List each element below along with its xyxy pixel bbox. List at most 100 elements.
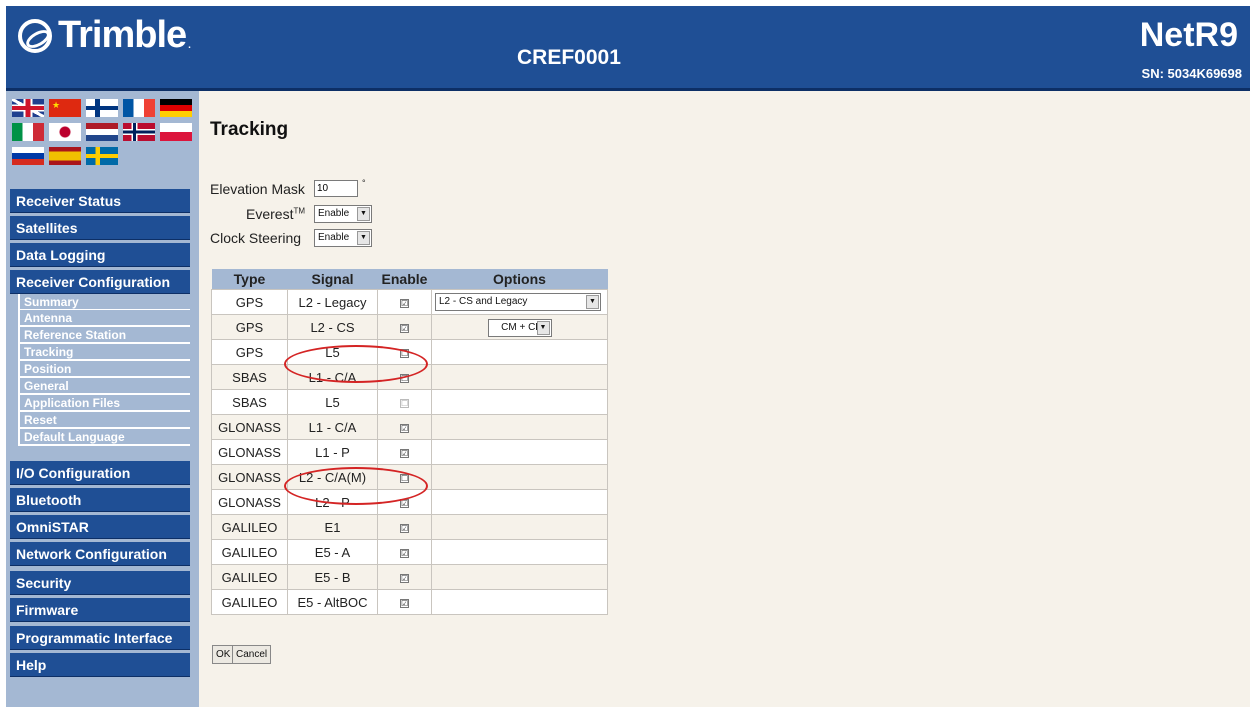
nav-firmware[interactable]: Firmware	[10, 598, 190, 622]
dropdown-arrow-icon: ▼	[536, 320, 550, 335]
signal-cell: E5 - AltBOC	[287, 589, 378, 615]
options-cell	[431, 439, 608, 465]
enable-checkbox[interactable]: ☐	[400, 398, 409, 408]
type-cell: GLONASS	[211, 489, 288, 515]
type-cell: GLONASS	[211, 464, 288, 490]
options-cell	[431, 539, 608, 565]
russia-flag-icon[interactable]	[12, 147, 44, 165]
enable-checkbox[interactable]: ☑	[400, 523, 409, 533]
signal-cell: L1 - C/A	[287, 414, 378, 440]
signal-cell: L1 - P	[287, 439, 378, 465]
column-header-signal: Signal	[287, 269, 378, 290]
options-cell	[431, 414, 608, 440]
everest-select[interactable]: Enable ▼	[314, 205, 372, 223]
finland-flag-icon[interactable]	[86, 99, 118, 117]
france-flag-icon[interactable]	[123, 99, 155, 117]
nav-security[interactable]: Security	[10, 571, 190, 595]
table-row: GPS L2 - CS ☑ CM + CL ▼	[211, 314, 608, 340]
nav-satellites[interactable]: Satellites	[10, 216, 190, 240]
subnav-reference-station[interactable]: Reference Station	[18, 327, 190, 344]
subnav-application-files[interactable]: Application Files	[18, 395, 190, 412]
subnav-reset[interactable]: Reset	[18, 412, 190, 429]
type-cell: GALILEO	[211, 589, 288, 615]
nav-programmatic-interface[interactable]: Programmatic Interface	[10, 626, 190, 650]
trimble-globe-icon	[18, 18, 52, 53]
nav-network-configuration[interactable]: Network Configuration	[10, 542, 190, 566]
red-annotation-circle-l2-ca-m	[284, 467, 428, 505]
brand-name: Trimble	[58, 14, 187, 56]
cancel-button[interactable]: Cancel	[232, 645, 272, 664]
signal-cell: E5 - A	[287, 539, 378, 565]
subnav-tracking[interactable]: Tracking	[18, 344, 190, 361]
subnav-position[interactable]: Position	[18, 361, 190, 378]
clock-steering-select[interactable]: Enable ▼	[314, 229, 372, 247]
degree-unit: °	[362, 178, 366, 188]
uk-flag-icon[interactable]	[12, 99, 44, 117]
table-row: GALILEO E5 - AltBOC ☑	[211, 589, 608, 615]
sweden-flag-icon[interactable]	[86, 147, 118, 165]
serial-number: SN: 5034K69698	[1141, 66, 1242, 81]
poland-flag-icon[interactable]	[160, 123, 192, 141]
subnav-antenna[interactable]: Antenna	[18, 310, 190, 327]
japan-flag-icon[interactable]	[49, 123, 81, 141]
options-cell	[431, 514, 608, 540]
column-header-enable: Enable	[377, 269, 432, 290]
trimble-logo[interactable]: Trimble .	[18, 14, 191, 57]
nav-receiver-status[interactable]: Receiver Status	[10, 189, 190, 213]
options-cell	[431, 564, 608, 590]
enable-checkbox[interactable]: ☑	[400, 423, 409, 433]
signal-cell: L5	[287, 389, 378, 415]
netherlands-flag-icon[interactable]	[86, 123, 118, 141]
nav-bluetooth[interactable]: Bluetooth	[10, 488, 190, 512]
signal-cell: E5 - B	[287, 564, 378, 590]
column-header-options: Options	[431, 269, 608, 290]
l2-legacy-options-select[interactable]: L2 - CS and Legacy ▼	[435, 293, 601, 311]
subnav-summary[interactable]: Summary	[18, 294, 190, 311]
type-cell: GALILEO	[211, 514, 288, 540]
table-row: SBAS L5 ☐	[211, 389, 608, 415]
model-name: NetR9	[1139, 16, 1238, 54]
spain-flag-icon[interactable]	[49, 147, 81, 165]
type-cell: GPS	[211, 339, 288, 365]
options-cell	[431, 339, 608, 365]
language-flags: ★	[12, 99, 192, 165]
china-flag-icon[interactable]: ★	[49, 99, 81, 117]
browser-page: Trimble . CREF0001 NetR9 SN: 5034K69698 …	[6, 6, 1250, 707]
enable-checkbox[interactable]: ☑	[400, 573, 409, 583]
type-cell: GALILEO	[211, 564, 288, 590]
italy-flag-icon[interactable]	[12, 123, 44, 141]
dropdown-arrow-icon: ▼	[586, 295, 599, 309]
nav-data-logging[interactable]: Data Logging	[10, 243, 190, 267]
dropdown-arrow-icon: ▼	[357, 207, 370, 221]
type-cell: GLONASS	[211, 414, 288, 440]
page-title: Tracking	[210, 119, 289, 140]
norway-flag-icon[interactable]	[123, 123, 155, 141]
type-cell: GLONASS	[211, 439, 288, 465]
subnav-general[interactable]: General	[18, 378, 190, 395]
signal-cell: E1	[287, 514, 378, 540]
type-cell: SBAS	[211, 364, 288, 390]
options-cell	[431, 364, 608, 390]
station-name: CREF0001	[517, 46, 621, 69]
l2-cs-options-select[interactable]: CM + CL ▼	[487, 318, 552, 337]
options-cell	[431, 489, 608, 515]
clock-steering-label: Clock Steering	[210, 230, 302, 246]
options-cell	[431, 389, 608, 415]
elevation-mask-label: Elevation Mask	[210, 181, 305, 197]
options-cell	[431, 464, 608, 490]
nav-help[interactable]: Help	[10, 653, 190, 677]
enable-checkbox[interactable]: ☑	[400, 548, 409, 558]
type-cell: SBAS	[211, 389, 288, 415]
header-bar: Trimble . CREF0001 NetR9 SN: 5034K69698	[6, 6, 1250, 91]
elevation-mask-input[interactable]: 10	[314, 180, 358, 197]
enable-checkbox[interactable]: ☑	[400, 448, 409, 458]
enable-checkbox[interactable]: ☑	[400, 598, 409, 608]
enable-checkbox[interactable]: ☑	[400, 323, 409, 333]
enable-checkbox[interactable]: ☑	[400, 298, 409, 308]
nav-io-configuration[interactable]: I/O Configuration	[10, 461, 190, 485]
germany-flag-icon[interactable]	[160, 99, 192, 117]
nav-omnistar[interactable]: OmniSTAR	[10, 515, 190, 539]
subnav-default-language[interactable]: Default Language	[18, 429, 190, 446]
nav-receiver-configuration[interactable]: Receiver Configuration	[10, 270, 190, 294]
signal-cell: L2 - Legacy	[287, 289, 378, 315]
